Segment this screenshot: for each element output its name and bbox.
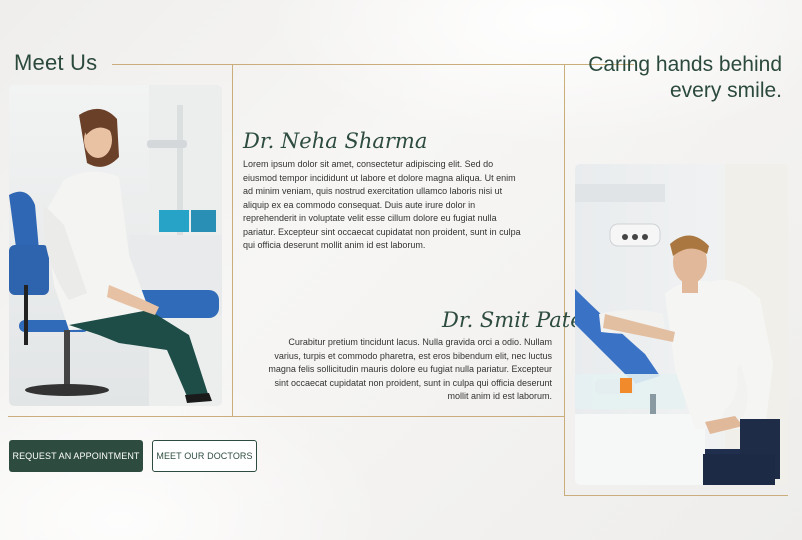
- divider-line: [564, 64, 565, 496]
- doctor-photo-neha: [9, 85, 222, 406]
- doctor-name-neha: Dr. Neha Sharma: [243, 129, 428, 153]
- tagline: Caring hands behind every smile.: [588, 53, 782, 102]
- doctor-photo-neha-image: [9, 85, 222, 406]
- request-appointment-button[interactable]: REQUEST AN APPOINTMENT: [9, 440, 143, 472]
- divider-line: [232, 64, 233, 417]
- doctor-bio-smit: Curabitur pretium tincidunt lacus. Nulla…: [268, 337, 552, 401]
- page-title: Meet Us: [14, 50, 98, 75]
- doctor-bio-neha: Lorem ipsum dolor sit amet, consectetur …: [243, 159, 521, 250]
- divider-line: [564, 495, 788, 496]
- doctor-photo-smit: [575, 164, 788, 485]
- meet-our-doctors-button[interactable]: MEET OUR DOCTORS: [152, 440, 257, 472]
- doctor-name-smit: Dr. Smit Patel: [442, 308, 590, 332]
- divider-line: [8, 416, 564, 417]
- divider-line: [112, 64, 634, 65]
- doctor-photo-smit-image: [575, 164, 788, 485]
